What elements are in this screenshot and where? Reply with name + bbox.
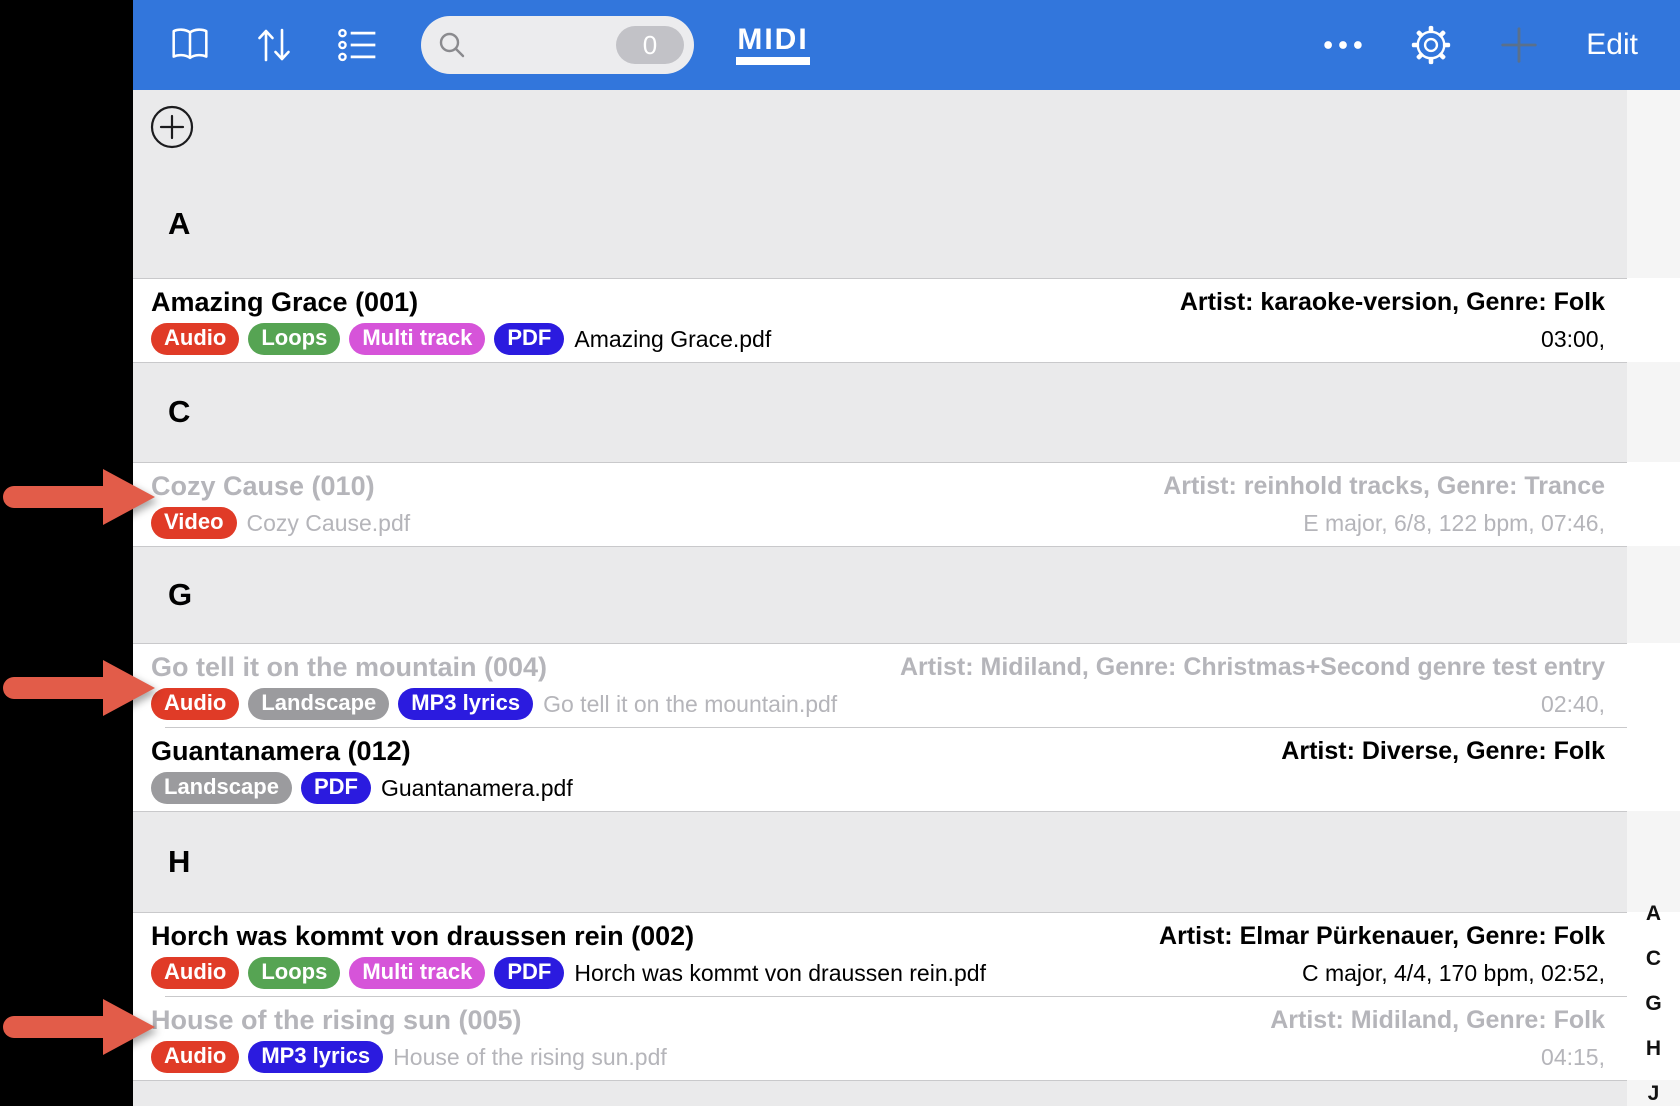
badge-list: Audio MP3 lyrics [151, 1041, 383, 1073]
midi-logo-text: MIDI [737, 25, 808, 54]
song-artist-genre: Artist: reinhold tracks, Genre: Trance [1163, 469, 1605, 503]
section-header-a: A [133, 90, 1680, 278]
section-letter: H [168, 844, 190, 880]
edit-button[interactable]: Edit [1586, 0, 1638, 90]
badge-multi-track: Multi track [349, 323, 485, 355]
badge-list: Video [151, 507, 237, 539]
song-details: C major, 4/4, 170 bpm, 02:52, [1159, 956, 1605, 990]
book-icon[interactable] [169, 24, 211, 66]
song-file-name: Horch was kommt von draussen rein.pdf [574, 960, 986, 987]
badge-pdf: PDF [301, 772, 371, 804]
index-letter-c[interactable]: C [1627, 947, 1680, 971]
index-letter-a[interactable]: A [1627, 902, 1680, 926]
song-row-house-of-the-rising-sun[interactable]: House of the rising sun (005) Audio MP3 l… [133, 996, 1680, 1080]
section-header-j [133, 1080, 1680, 1106]
song-row-cozy-cause[interactable]: Cozy Cause (010) Video Cozy Cause.pdf Ar… [133, 462, 1680, 546]
badge-list: Audio Loops Multi track PDF [151, 323, 564, 355]
add-song-button[interactable] [150, 105, 194, 149]
sort-icon[interactable] [253, 24, 295, 66]
badge-audio: Audio [151, 688, 239, 720]
section-letter: G [168, 577, 192, 613]
song-title: Cozy Cause (010) [151, 469, 1153, 503]
song-title: Horch was kommt von draussen rein (002) [151, 919, 1149, 953]
search-field[interactable]: 0 [421, 16, 694, 74]
song-artist-genre: Artist: Midiland, Genre: Folk [1270, 1003, 1605, 1037]
section-header-c: C [133, 362, 1680, 462]
badge-video: Video [151, 507, 237, 539]
badge-list: Audio Landscape MP3 lyrics [151, 688, 533, 720]
songbook-app-window: 0 MIDI [133, 0, 1680, 1106]
badge-list: Audio Loops Multi track PDF [151, 957, 564, 989]
annotation-arrow [3, 658, 156, 718]
song-artist-genre: Artist: karaoke-version, Genre: Folk [1180, 285, 1605, 319]
section-header-g: G [133, 546, 1680, 643]
section-letter: C [168, 394, 190, 430]
badge-pdf: PDF [494, 957, 564, 989]
song-file-name: House of the rising sun.pdf [393, 1044, 667, 1071]
badge-audio: Audio [151, 323, 239, 355]
midi-logo[interactable]: MIDI [736, 25, 810, 65]
badge-loops: Loops [248, 323, 340, 355]
badge-loops: Loops [248, 957, 340, 989]
song-file-name: Amazing Grace.pdf [574, 326, 771, 353]
song-file-name: Cozy Cause.pdf [247, 510, 411, 537]
alphabet-index[interactable]: ACGHJ [1627, 90, 1680, 1106]
badge-mp3-lyrics: MP3 lyrics [398, 688, 533, 720]
midi-logo-bar [736, 57, 810, 65]
toolbar: 0 MIDI [133, 0, 1680, 90]
song-title: Go tell it on the mountain (004) [151, 650, 890, 684]
badge-audio: Audio [151, 957, 239, 989]
list-icon[interactable] [337, 24, 379, 66]
song-details: 04:15, [1270, 1040, 1605, 1074]
badge-multi-track: Multi track [349, 957, 485, 989]
song-details: 02:40, [900, 687, 1605, 721]
settings-gear-icon[interactable] [1410, 24, 1452, 66]
song-title: Amazing Grace (001) [151, 285, 1170, 319]
badge-landscape: Landscape [151, 772, 292, 804]
search-input[interactable] [475, 29, 616, 62]
annotation-arrow [3, 467, 156, 527]
song-row-go-tell-it[interactable]: Go tell it on the mountain (004) Audio La… [133, 643, 1680, 727]
song-artist-genre: Artist: Elmar Pürkenauer, Genre: Folk [1159, 919, 1605, 953]
song-file-name: Go tell it on the mountain.pdf [543, 691, 837, 718]
song-details: E major, 6/8, 122 bpm, 07:46, [1163, 506, 1605, 540]
index-letter-h[interactable]: H [1627, 1037, 1680, 1061]
song-list: A Amazing Grace (001) Audio Loops Multi tr… [133, 90, 1680, 1106]
song-title: House of the rising sun (005) [151, 1003, 1260, 1037]
badge-pdf: PDF [494, 323, 564, 355]
song-row-guantanamera[interactable]: Guantanamera (012) Landscape PDF Guantana… [133, 727, 1680, 811]
badge-landscape: Landscape [248, 688, 389, 720]
song-artist-genre: Artist: Diverse, Genre: Folk [1281, 734, 1605, 768]
song-row-amazing-grace[interactable]: Amazing Grace (001) Audio Loops Multi trac… [133, 278, 1680, 362]
song-details: 03:00, [1180, 322, 1605, 356]
song-row-horch[interactable]: Horch was kommt von draussen rein (002) … [133, 912, 1680, 996]
song-file-name: Guantanamera.pdf [381, 775, 573, 802]
search-icon [437, 30, 467, 60]
more-icon[interactable] [1322, 24, 1364, 66]
badge-audio: Audio [151, 1041, 239, 1073]
song-title: Guantanamera (012) [151, 734, 1271, 768]
annotation-arrow [3, 997, 156, 1057]
badge-mp3-lyrics: MP3 lyrics [248, 1041, 383, 1073]
section-letter: A [168, 206, 190, 242]
search-count-badge: 0 [616, 26, 684, 64]
badge-list: Landscape PDF [151, 772, 371, 804]
index-letter-j[interactable]: J [1627, 1082, 1680, 1106]
index-letter-g[interactable]: G [1627, 992, 1680, 1016]
section-header-h: H [133, 811, 1680, 912]
song-artist-genre: Artist: Midiland, Genre: Christmas+Secon… [900, 650, 1605, 684]
add-icon[interactable] [1498, 24, 1540, 66]
